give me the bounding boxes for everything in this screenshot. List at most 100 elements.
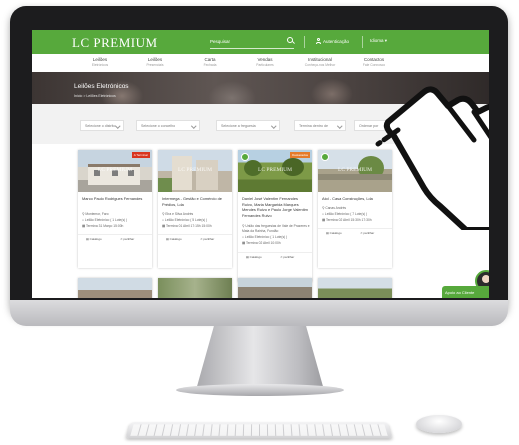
share-button[interactable]: ≺ partilhar xyxy=(120,237,134,241)
catalog-button[interactable]: ▤ Catálogo xyxy=(246,255,262,259)
auction-card[interactable]: LC PREMIUM Destacados Daniel José Valent… xyxy=(238,150,312,282)
auction-text: Leilão Eletrónico ( 5 Lote(s) ) xyxy=(164,218,208,222)
share-button[interactable]: ≺ partilhar xyxy=(200,237,214,241)
auction-card-image[interactable] xyxy=(238,278,312,298)
catalog-label: Catálogo xyxy=(169,237,182,241)
monitor-stand-base xyxy=(176,384,344,396)
chevron-down-icon xyxy=(114,123,120,129)
monitor-chin xyxy=(10,300,508,326)
lc-circle-icon xyxy=(241,153,249,161)
nav-item-sealed-bid[interactable]: Carta Fechada xyxy=(180,57,240,67)
card-end-date: ▦ Termina 01 Abril 17:15h 15:00h xyxy=(162,224,212,228)
user-icon xyxy=(316,38,321,44)
auction-card-image[interactable] xyxy=(158,278,232,298)
ends-within-select[interactable]: Termina dentro de xyxy=(294,120,346,131)
nav-item-private-sales[interactable]: Vendas Particulares xyxy=(235,57,295,67)
hand-pointer-icon xyxy=(375,86,489,230)
municipality-select[interactable]: Selecione o concelho xyxy=(136,120,200,131)
language-selector[interactable]: Idioma ▾ xyxy=(370,38,387,44)
property-image[interactable]: LC PREMIUM Destacados xyxy=(238,150,312,192)
share-label: partilhar xyxy=(283,255,295,259)
keyboard xyxy=(125,421,393,439)
top-bar: LC PREMIUM Autenticação Idioma ▾ xyxy=(32,30,489,54)
auction-text: Leilão Eletrónico ( 1 Lote(s) ) xyxy=(244,235,288,239)
monitor-stand xyxy=(196,326,324,390)
card-end-date: ▦ Termina 02 Abril 10:00h xyxy=(242,241,281,245)
customer-support-button[interactable]: Apoio ao Cliente xyxy=(442,286,489,298)
auction-card-image[interactable] xyxy=(318,278,392,298)
card-location: ⚲ Eira e Silva Andrés xyxy=(162,212,194,216)
image-watermark: LC PREMIUM xyxy=(97,167,133,173)
keyboard-keys xyxy=(130,424,388,436)
catalog-button[interactable]: ▤ Catálogo xyxy=(86,237,102,241)
nav-item-live-auctions[interactable]: Leilões Presenciais xyxy=(125,57,185,67)
share-button[interactable]: ≺ partilhar xyxy=(360,231,374,235)
district-select[interactable]: Selecione o distrito xyxy=(80,120,124,131)
nav-label: Institucional xyxy=(308,57,332,62)
select-value: Termina dentro de xyxy=(299,124,328,128)
parish-select[interactable]: Selecione a freguesia xyxy=(216,120,280,131)
catalog-label: Catálogo xyxy=(329,231,342,235)
card-auction-type: ⌂ Leilão Eletrónico ( 1 Lote(s) ) xyxy=(82,218,128,222)
nav-item-institutional[interactable]: Institucional Conheça-nos Melhor xyxy=(290,57,350,67)
catalog-label: Catálogo xyxy=(89,237,102,241)
site-logo[interactable]: LC PREMIUM xyxy=(72,35,158,51)
share-label: partilhar xyxy=(123,237,135,241)
card-auction-type: ⌂ Leilão Eletrónico ( 5 Lote(s) ) xyxy=(162,218,208,222)
card-title[interactable]: Daniel José Valentim Fernandes Ruivo, Ma… xyxy=(242,196,308,218)
tree-shape xyxy=(158,178,172,192)
nav-sublabel: Eletrónicos xyxy=(91,63,109,67)
card-title[interactable]: Intermega - Gestão e Comércio de Prédios… xyxy=(162,196,228,207)
share-label: partilhar xyxy=(363,231,375,235)
nav-sublabel: Presenciais xyxy=(146,63,164,67)
card-title[interactable]: Marco Paulo Rodrigues Fernandes xyxy=(82,196,148,202)
auction-text: Leilão Eletrónico ( 7 Lote(s) ) xyxy=(324,212,368,216)
building-shape xyxy=(196,160,218,190)
search-input[interactable] xyxy=(210,36,280,47)
auction-card-image[interactable] xyxy=(78,278,152,298)
end-text: Termina 02 Abril 15:30h 17:30h xyxy=(325,218,372,222)
end-text: Termina 01 Abril 17:15h 15:00h xyxy=(165,224,212,228)
divider xyxy=(304,36,305,48)
catalog-button[interactable]: ▤ Catálogo xyxy=(166,237,182,241)
screen: LC PREMIUM Autenticação Idioma ▾ Leilões… xyxy=(32,30,489,298)
nav-sublabel: Particulares xyxy=(256,63,274,67)
nav-sublabel: Fechada xyxy=(203,63,217,67)
breadcrumb[interactable]: Início > Leilões Eletrónicos xyxy=(74,94,116,98)
select-value: Selecione o concelho xyxy=(141,124,176,128)
nav-label: Contactos xyxy=(363,57,385,62)
property-image[interactable]: LC PREMIUM A Terminar xyxy=(78,150,152,192)
auction-card[interactable]: LC PREMIUM Intermega - Gestão e Comércio… xyxy=(158,150,232,268)
nav-sublabel: Fale Connosco xyxy=(362,63,386,67)
search-icon[interactable] xyxy=(287,37,293,43)
nav-item-online-auctions[interactable]: Leilões Eletrónicos xyxy=(70,57,130,67)
auction-card[interactable]: LC PREMIUM A Terminar Marco Paulo Rodrig… xyxy=(78,150,152,268)
page-title: Leilões Eletrónicos xyxy=(74,83,129,90)
status-badge: A Terminar xyxy=(131,152,150,158)
login-link[interactable]: Autenticação xyxy=(316,38,349,44)
card-end-date: ▦ Termina 31 Março 15:00h xyxy=(82,224,124,228)
lc-circle-icon xyxy=(321,153,329,161)
location-text: União das freguesias de Vale de Prazeres… xyxy=(242,224,310,233)
card-actions: ▤ Catálogo ≺ partilhar xyxy=(78,234,152,244)
nav-item-contacts[interactable]: Contactos Fale Connosco xyxy=(344,57,404,67)
divider xyxy=(362,36,363,48)
catalog-label: Catálogo xyxy=(249,255,262,259)
catalog-button[interactable]: ▤ Catálogo xyxy=(326,231,342,235)
image-watermark: LC PREMIUM xyxy=(177,167,213,173)
card-location: ⚲ União das freguesias de Vale de Prazer… xyxy=(242,224,310,233)
location-text: Eira e Silva Andrés xyxy=(165,212,194,216)
card-location: ⚲ Montemor, Faro xyxy=(82,212,109,216)
chevron-down-icon xyxy=(190,123,196,129)
nav-label: Leilões xyxy=(147,57,163,62)
mouse xyxy=(416,415,462,433)
card-actions: ▤ Catálogo ≺ partilhar xyxy=(158,234,232,244)
search-box[interactable] xyxy=(210,36,294,49)
chevron-down-icon xyxy=(270,123,276,129)
share-button[interactable]: ≺ partilhar xyxy=(280,255,294,259)
property-image[interactable]: LC PREMIUM xyxy=(158,150,232,192)
image-watermark: LC PREMIUM xyxy=(257,167,293,173)
end-text: Termina 02 Abril 10:00h xyxy=(245,241,281,245)
nav-label: Leilões xyxy=(92,57,108,62)
nav-label: Carta xyxy=(204,57,216,62)
